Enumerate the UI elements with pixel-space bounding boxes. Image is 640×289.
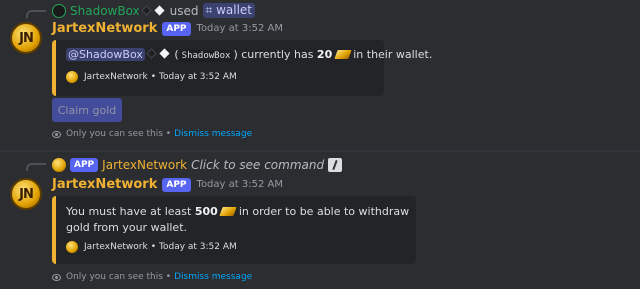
- reply-used-text: used: [169, 3, 199, 18]
- app-badge: APP: [162, 177, 191, 192]
- gold-amount: 20: [316, 48, 333, 61]
- command-pill[interactable]: ⌗ wallet: [202, 3, 256, 18]
- footer-time: Today at 3:52 AM: [159, 72, 237, 82]
- author-avatar[interactable]: JN: [10, 22, 42, 54]
- reply-preview[interactable]: ShadowBox used ⌗ wallet: [52, 3, 256, 18]
- ephemeral-text: Only you can see this •: [66, 272, 172, 282]
- ephemeral-text: Only you can see this •: [66, 129, 172, 139]
- reply-avatar: [52, 3, 66, 18]
- message-2: APP JartexNetwork Click to see command J…: [0, 152, 640, 289]
- white-heart-icon: [159, 48, 170, 59]
- footer-time: Today at 3:52 AM: [159, 242, 237, 252]
- reply-spine: [26, 163, 46, 171]
- ephemeral-notice: Only you can see this • Dismiss message: [52, 129, 252, 139]
- message-header: JartexNetwork APP Today at 3:52 AM: [52, 177, 283, 192]
- reply-hint[interactable]: Click to see command: [191, 158, 324, 172]
- reply-preview[interactable]: APP JartexNetwork Click to see command: [52, 158, 343, 172]
- dismiss-message-link[interactable]: Dismiss message: [174, 272, 252, 282]
- code-username: ShadowBox: [178, 50, 234, 62]
- reply-avatar: [52, 158, 66, 172]
- author-name[interactable]: JartexNetwork: [52, 21, 157, 36]
- eye-icon: [52, 273, 61, 281]
- embed: You must have at least 500 in order to b…: [52, 196, 416, 264]
- reply-spine: [26, 10, 46, 18]
- author-avatar[interactable]: JN: [10, 178, 42, 210]
- embed-footer: JartexNetwork • Today at 3:52 AM: [66, 241, 237, 253]
- black-heart-icon: [146, 48, 157, 59]
- embed-text-post: in their wallet.: [353, 48, 433, 61]
- embed-text-pre: You must have at least: [66, 205, 192, 218]
- footer-author: JartexNetwork: [84, 72, 148, 82]
- app-badge: APP: [70, 158, 99, 172]
- white-heart-icon: [154, 5, 165, 16]
- gold-bar-icon: [219, 207, 237, 216]
- embed-description: You must have at least 500 in order to b…: [66, 204, 411, 236]
- footer-avatar: [66, 71, 78, 83]
- reply-username[interactable]: ShadowBox: [70, 4, 140, 18]
- ephemeral-notice: Only you can see this • Dismiss message: [52, 272, 252, 282]
- gold-amount: 500: [194, 205, 218, 218]
- gold-bar-icon: [334, 50, 352, 59]
- claim-gold-button[interactable]: Claim gold: [52, 98, 122, 122]
- footer-author: JartexNetwork: [84, 242, 148, 252]
- timestamp: Today at 3:52 AM: [196, 179, 283, 190]
- embed-text-pre: currently has: [241, 48, 314, 61]
- app-badge: APP: [162, 21, 191, 36]
- message-header: JartexNetwork APP Today at 3:52 AM: [52, 21, 283, 36]
- user-mention[interactable]: @ShadowBox: [66, 48, 145, 61]
- message-1: ShadowBox used ⌗ wallet JN JartexNetwork…: [0, 0, 640, 150]
- slash-command-icon: [328, 158, 343, 172]
- eye-icon: [52, 130, 61, 138]
- timestamp: Today at 3:52 AM: [196, 23, 283, 34]
- author-name[interactable]: JartexNetwork: [52, 177, 157, 192]
- reply-username[interactable]: JartexNetwork: [102, 158, 187, 172]
- embed-footer: JartexNetwork • Today at 3:52 AM: [66, 71, 237, 83]
- embed-text-line2: wallet.: [150, 221, 188, 234]
- embed: @ShadowBox (ShadowBox) currently has 20 …: [52, 40, 432, 96]
- dismiss-message-link[interactable]: Dismiss message: [174, 129, 252, 139]
- black-heart-icon: [141, 5, 152, 16]
- embed-description: @ShadowBox (ShadowBox) currently has 20 …: [66, 48, 433, 62]
- footer-avatar: [66, 241, 78, 253]
